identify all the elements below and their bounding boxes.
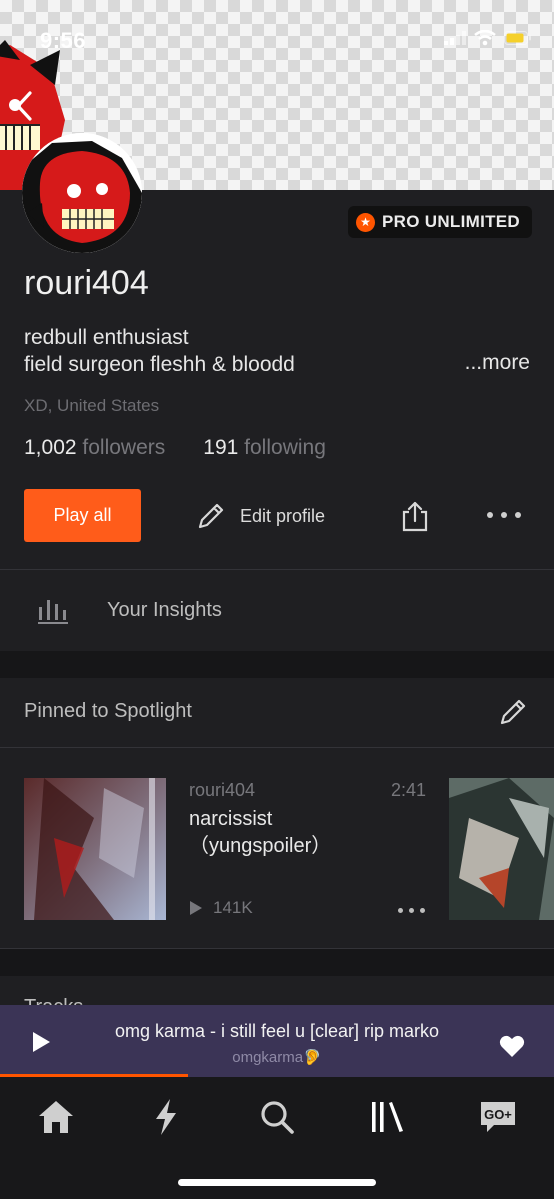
tab-stream[interactable] — [146, 1097, 186, 1137]
chevron-left-icon — [16, 91, 32, 121]
more-options-button[interactable] — [487, 505, 521, 525]
tab-home[interactable] — [36, 1097, 76, 1137]
follow-counts: 1,002 followers 191 following — [24, 436, 326, 460]
dot — [398, 907, 403, 913]
star-icon: ★ — [355, 212, 375, 232]
avatar[interactable] — [22, 133, 142, 253]
insights-label: Your Insights — [107, 599, 222, 621]
edit-spotlight-button[interactable] — [498, 697, 528, 727]
dot — [501, 512, 507, 518]
followers-link[interactable]: 1,002 followers — [24, 436, 165, 460]
track-duration: 2:41 — [391, 780, 427, 800]
dot — [487, 512, 493, 518]
track-more-button[interactable] — [398, 906, 425, 914]
play-all-button[interactable]: Play all — [24, 489, 141, 542]
dot — [420, 907, 425, 913]
player-track-title: omg karma - i still feel u [clear] rip m… — [114, 1021, 440, 1041]
following-count: 191 — [203, 436, 239, 459]
track-artwork-image — [24, 778, 166, 920]
badge-label: PRO UNLIMITED — [381, 212, 520, 231]
divider — [0, 747, 554, 748]
go-plus-label: GO+ — [484, 1107, 512, 1122]
library-icon — [372, 1102, 403, 1132]
play-count-icon — [190, 901, 202, 915]
share-icon — [402, 501, 428, 532]
following-link[interactable]: 191 following — [203, 436, 326, 460]
username: rouri404 — [24, 264, 149, 302]
home-icon — [39, 1101, 73, 1133]
edit-profile-label: Edit profile — [240, 505, 326, 526]
play-count: 141K — [213, 898, 253, 917]
tab-go-plus[interactable]: GO+ — [478, 1097, 518, 1137]
tab-library[interactable] — [367, 1097, 407, 1137]
bio-line: redbull enthusiast — [24, 326, 189, 349]
dot — [409, 907, 414, 913]
following-label: following — [244, 436, 326, 459]
pro-unlimited-badge: ★ PRO UNLIMITED — [347, 206, 532, 238]
track-artwork[interactable] — [24, 778, 166, 920]
wifi-icon — [474, 30, 496, 46]
player-artist: omgkarma🦻 — [232, 1049, 322, 1066]
home-indicator — [178, 1179, 376, 1186]
bar-chart-icon — [38, 600, 68, 624]
search-icon — [261, 1101, 294, 1134]
location: XD, United States — [24, 396, 160, 415]
tab-search[interactable] — [257, 1097, 297, 1137]
status-time: 9:56 — [40, 28, 87, 53]
bio: redbull enthusiast field surgeon fleshh … — [24, 324, 295, 378]
mini-player[interactable]: omg karma - i still feel u [clear] rip m… — [0, 1005, 554, 1077]
followers-label: followers — [82, 436, 166, 459]
share-button[interactable] — [400, 500, 430, 532]
stream-icon — [156, 1099, 176, 1135]
pencil-icon — [500, 699, 526, 725]
battery-icon — [504, 31, 531, 45]
status-icons — [444, 30, 532, 46]
section-gap — [0, 651, 554, 678]
track-title[interactable]: narcissist （yungspoiler） — [189, 806, 389, 860]
spotlight-title: Pinned to Spotlight — [24, 700, 192, 722]
avatar-image — [22, 133, 142, 253]
section-gap — [0, 949, 554, 976]
next-track-artwork-image — [449, 778, 554, 920]
pencil-icon — [198, 503, 224, 529]
signal-icon — [444, 31, 466, 45]
divider — [0, 569, 554, 570]
bio-more-link[interactable]: ...more — [465, 351, 530, 375]
bio-line: field surgeon fleshh & bloodd — [24, 353, 295, 376]
heart-icon[interactable] — [499, 1034, 525, 1058]
track-user: rouri404 — [189, 780, 256, 800]
go-plus-icon: GO+ — [481, 1102, 515, 1132]
next-track-artwork[interactable] — [449, 778, 554, 920]
track-plays: 141K — [189, 898, 253, 918]
edit-profile-button[interactable]: Edit profile — [196, 499, 325, 533]
status-bar: 9:56 — [0, 0, 554, 80]
your-insights-row[interactable]: Your Insights — [0, 571, 554, 651]
followers-count: 1,002 — [24, 436, 77, 459]
back-button[interactable] — [6, 86, 42, 126]
dot — [515, 512, 521, 518]
